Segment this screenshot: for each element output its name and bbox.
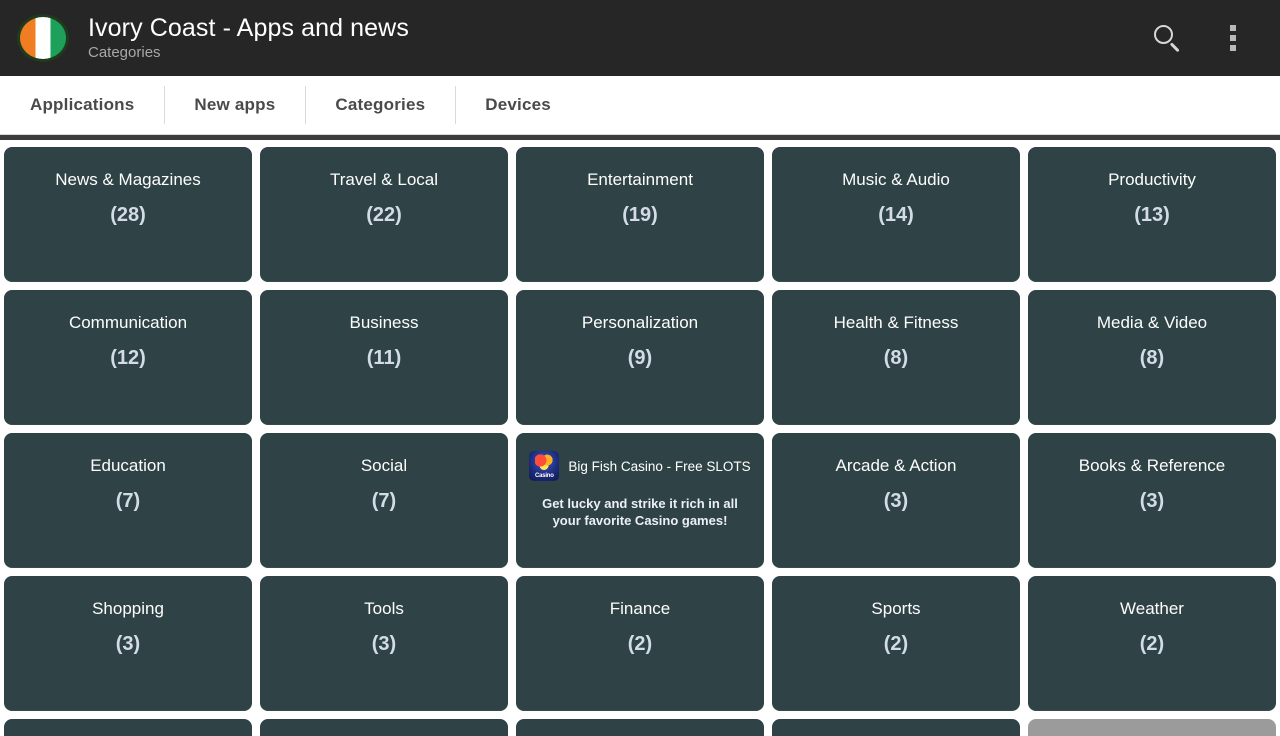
category-count: (2) [1139,633,1165,655]
ad-card[interactable]: Casino Big Fish Casino - Free SLOTS Get lu… [516,433,764,568]
category-count: (13) [1134,204,1170,226]
page-title: Ivory Coast - Apps and news [88,13,409,42]
overflow-menu-button[interactable] [1200,0,1266,76]
category-grid-scroll[interactable]: News & Magazines (28) Travel & Local (22) En… [0,140,1280,736]
category-card[interactable]: Shopping (3) [4,576,252,711]
category-name: Books & Reference [1078,456,1226,475]
tab-label: Devices [485,95,551,114]
category-count: (3) [1139,490,1165,512]
category-card-placeholder[interactable] [1028,719,1276,736]
category-name: News & Magazines [55,170,201,189]
category-count: (12) [110,347,146,369]
action-bar: Ivory Coast - Apps and news Categories [0,0,1280,76]
category-name: Personalization [581,313,699,332]
category-count: (28) [110,204,146,226]
category-name: Entertainment [587,170,693,189]
category-card[interactable]: Communication (12) [4,290,252,425]
category-count: (14) [878,204,914,226]
search-icon [1152,23,1182,53]
big-fish-casino-icon: Casino [529,451,560,481]
category-count: (9) [627,347,653,369]
category-card[interactable]: Productivity (13) [1028,147,1276,282]
category-card-placeholder[interactable] [260,719,508,736]
title-block: Ivory Coast - Apps and news Categories [88,14,409,63]
category-card[interactable]: Tools (3) [260,576,508,711]
category-count: (2) [883,633,909,655]
tab-label: Categories [335,95,426,114]
category-card[interactable]: Entertainment (19) [516,147,764,282]
tab-bar: Applications New apps Categories Devices [0,76,1280,135]
category-name: Media & Video [1096,313,1208,332]
category-name: Tools [364,599,404,618]
category-card[interactable]: Music & Audio (14) [772,147,1020,282]
category-grid: News & Magazines (28) Travel & Local (22) En… [4,147,1276,736]
category-card[interactable]: Education (7) [4,433,252,568]
category-count: (7) [371,490,397,512]
category-name: Education [90,456,166,475]
category-card[interactable]: News & Magazines (28) [4,147,252,282]
category-count: (8) [1139,347,1165,369]
category-card[interactable]: Media & Video (8) [1028,290,1276,425]
category-card[interactable]: Books & Reference (3) [1028,433,1276,568]
category-count: (11) [366,347,402,369]
ad-header: Casino Big Fish Casino - Free SLOTS [528,451,752,481]
page-subtitle: Categories [88,43,161,61]
category-name: Health & Fitness [833,313,959,332]
ad-icon-label: Casino [534,473,554,479]
tab-devices[interactable]: Devices [455,76,581,134]
tab-label: New apps [194,95,276,114]
category-name: Social [360,456,408,475]
category-card-placeholder[interactable] [4,719,252,736]
category-name: Communication [68,313,188,332]
category-card[interactable]: Business (11) [260,290,508,425]
category-name: Arcade & Action [835,456,957,475]
category-name: Weather [1120,599,1184,618]
search-button[interactable] [1134,0,1200,76]
category-name: Business [349,313,419,332]
tab-new-apps[interactable]: New apps [164,76,305,134]
category-name: Music & Audio [842,170,950,189]
tab-label: Applications [30,95,135,114]
category-card[interactable]: Arcade & Action (3) [772,433,1020,568]
tab-applications[interactable]: Applications [0,76,164,134]
category-card[interactable]: Finance (2) [516,576,764,711]
category-card[interactable]: Travel & Local (22) [260,147,508,282]
category-card[interactable]: Health & Fitness (8) [772,290,1020,425]
category-name: Travel & Local [329,170,439,189]
ivory-coast-flag-icon[interactable] [14,11,72,65]
ad-body: Get lucky and strike it rich in all your… [542,496,738,528]
category-card[interactable]: Personalization (9) [516,290,764,425]
overflow-menu-icon [1230,25,1236,51]
category-name: Finance [609,599,671,618]
ad-title: Big Fish Casino - Free SLOTS [568,458,751,474]
category-card[interactable]: Sports (2) [772,576,1020,711]
category-count: (7) [115,490,141,512]
category-count: (3) [371,633,397,655]
category-name: Sports [871,599,921,618]
category-card[interactable]: Weather (2) [1028,576,1276,711]
category-count: (3) [883,490,909,512]
category-count: (8) [883,347,909,369]
category-name: Shopping [92,599,164,618]
category-card[interactable]: Social (7) [260,433,508,568]
category-count: (3) [115,633,141,655]
category-count: (19) [622,204,658,226]
flag-oval [17,14,69,62]
category-name: Productivity [1108,170,1196,189]
category-card-placeholder[interactable] [772,719,1020,736]
tab-categories[interactable]: Categories [305,76,455,134]
category-card-placeholder[interactable] [516,719,764,736]
category-count: (22) [366,204,402,226]
category-count: (2) [627,633,653,655]
